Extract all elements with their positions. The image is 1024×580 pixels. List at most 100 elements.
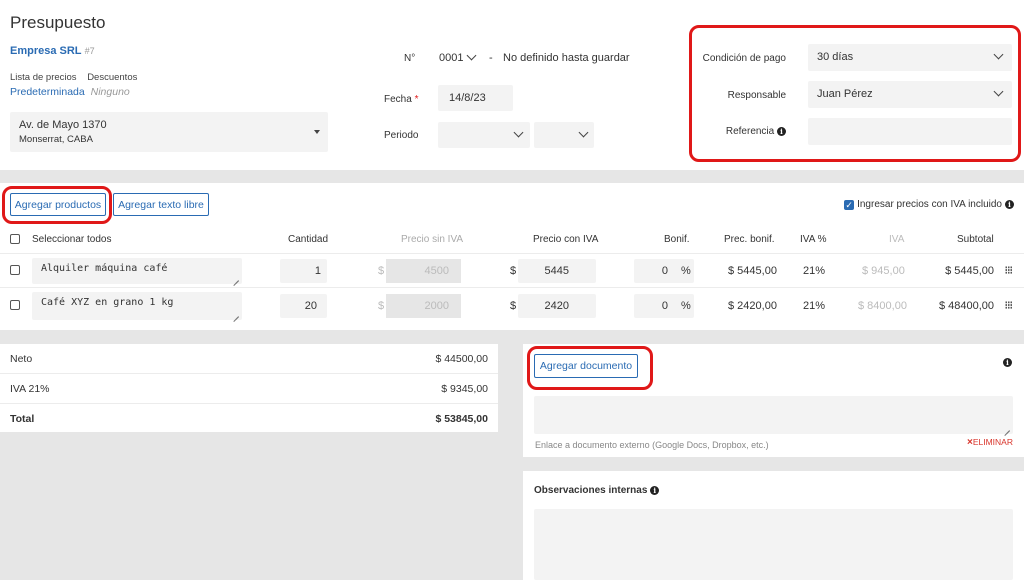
- chevron-down-icon: [578, 127, 589, 138]
- price-no-iva-value: 2000: [424, 300, 449, 312]
- col-quantity: Cantidad: [288, 234, 329, 245]
- period-end-select[interactable]: [534, 122, 594, 148]
- notes-label-text: Observaciones internas: [534, 485, 648, 496]
- delete-document-button[interactable]: ×ELIMINAR: [967, 437, 1013, 448]
- price-with-iva-value: 2420: [544, 300, 569, 312]
- chevron-down-icon: [466, 50, 477, 61]
- table-header: Seleccionar todos Cantidad Precio sin IV…: [0, 231, 1024, 249]
- highlight-box-conditions: [689, 25, 1021, 162]
- price-no-iva-input: 4500: [386, 259, 461, 283]
- currency-symbol: $: [510, 300, 517, 312]
- price-no-iva-value: 4500: [424, 265, 449, 277]
- price-list-link[interactable]: Predeterminada: [10, 86, 85, 98]
- client-name-link[interactable]: Empresa SRL: [10, 45, 82, 57]
- period-label: Periodo: [384, 130, 419, 141]
- highlight-box-add-document: [527, 346, 653, 390]
- header-panel: Presupuesto Empresa SRL #7 Lista de prec…: [0, 0, 1024, 170]
- subtotal-value: $ 5445,00: [945, 265, 994, 277]
- quantity-input[interactable]: 20: [280, 294, 327, 318]
- products-panel: Agregar productos Agregar texto libre ✓ …: [0, 183, 1024, 330]
- address-line1: Av. de Mayo 1370: [19, 119, 107, 131]
- address-select[interactable]: Av. de Mayo 1370 Monserrat, CABA: [10, 112, 328, 152]
- description-textarea[interactable]: Alquiler máquina café: [32, 258, 242, 284]
- number-select[interactable]: 0001: [432, 46, 484, 70]
- date-value: 14/8/23: [449, 92, 486, 104]
- col-iva-pct: IVA %: [800, 234, 827, 245]
- iva-value: $ 8400,00: [858, 300, 907, 312]
- iva-pct-value: 21%: [803, 300, 826, 312]
- description-text: Alquiler máquina café: [41, 263, 168, 274]
- disc-price-value: $ 2420,00: [728, 300, 777, 312]
- row-checkbox[interactable]: [10, 300, 20, 310]
- table-row: Alquiler máquina café 1 $ 4500 $ 5445 0 …: [0, 254, 1024, 287]
- discounts-value[interactable]: Ninguno: [91, 86, 130, 98]
- total-label: Total: [10, 413, 35, 425]
- address-line2: Monserrat, CABA: [19, 134, 93, 145]
- document-link-hint: Enlace a documento externo (Google Docs,…: [535, 440, 769, 450]
- checkbox-checked-icon[interactable]: ✓: [844, 199, 855, 210]
- required-asterisk: *: [414, 94, 419, 105]
- date-label: Fecha *: [384, 94, 418, 105]
- col-subtotal: Subtotal: [957, 234, 994, 245]
- info-icon[interactable]: i: [1003, 358, 1012, 367]
- disc-price-value: $ 5445,00: [728, 265, 777, 277]
- iva-included-toggle[interactable]: ✓ Ingresar precios con IVA incluido i: [844, 199, 1014, 210]
- description-textarea[interactable]: Café XYZ en grano 1 kg: [32, 292, 242, 320]
- subtotal-value: $ 48400,00: [938, 300, 994, 312]
- page-title: Presupuesto: [10, 13, 106, 32]
- drag-handle-icon[interactable]: [1005, 301, 1012, 309]
- discounts-label: Descuentos: [87, 72, 138, 83]
- col-price-with-iva: Precio con IVA: [533, 234, 599, 245]
- iva-included-label: Ingresar precios con IVA incluido: [857, 199, 1002, 210]
- quantity-input[interactable]: 1: [280, 259, 327, 283]
- period-start-select[interactable]: [438, 122, 530, 148]
- col-price-no-iva: Precio sin IVA: [401, 234, 464, 245]
- notes-textarea[interactable]: [534, 509, 1013, 580]
- number-dash: -: [489, 52, 493, 64]
- col-disc-price: Prec. bonif.: [724, 234, 775, 245]
- quantity-value: 20: [304, 300, 317, 312]
- iva-value: $ 945,00: [862, 265, 905, 277]
- drag-handle-icon[interactable]: [1005, 266, 1012, 274]
- select-all-checkbox[interactable]: [10, 234, 20, 244]
- percent-symbol: %: [681, 265, 691, 277]
- price-with-iva-input[interactable]: 5445: [518, 259, 596, 283]
- description-text: Café XYZ en grano 1 kg: [41, 297, 174, 308]
- resize-handle-icon[interactable]: [1003, 424, 1011, 432]
- add-free-text-button[interactable]: Agregar texto libre: [113, 193, 209, 216]
- currency-symbol: $: [378, 265, 385, 277]
- discount-value: 0: [661, 265, 668, 277]
- price-with-iva-input[interactable]: 2420: [518, 294, 596, 318]
- resize-handle-icon[interactable]: [232, 310, 240, 318]
- net-value: $ 44500,00: [435, 353, 488, 365]
- totals-panel: Neto $ 44500,00 IVA 21% $ 9345,00 Total …: [0, 344, 498, 432]
- highlight-box-add-products: [2, 186, 112, 224]
- documents-panel: Agregar documento i Enlace a documento e…: [523, 344, 1024, 457]
- iva-pct-value: 21%: [803, 265, 826, 277]
- col-discount: Bonif.: [664, 234, 690, 245]
- price-list-label: Lista de precios: [10, 72, 77, 83]
- col-select-all[interactable]: Seleccionar todos: [32, 234, 112, 245]
- col-iva: IVA: [889, 234, 905, 245]
- iva-total-value: $ 9345,00: [441, 383, 488, 395]
- resize-handle-icon[interactable]: [232, 274, 240, 282]
- number-value: 0001: [439, 52, 464, 64]
- info-icon[interactable]: i: [650, 485, 660, 495]
- date-input[interactable]: 14/8/23: [438, 85, 513, 111]
- quantity-value: 1: [314, 265, 321, 277]
- info-icon[interactable]: i: [1005, 200, 1014, 209]
- percent-symbol: %: [681, 300, 691, 312]
- caret-down-icon: [314, 130, 320, 134]
- currency-symbol: $: [510, 265, 517, 277]
- number-label: N°: [404, 53, 416, 64]
- currency-symbol: $: [378, 300, 385, 312]
- price-with-iva-value: 5445: [544, 265, 569, 277]
- delete-label: ELIMINAR: [972, 437, 1013, 447]
- client-block: Empresa SRL #7: [10, 45, 95, 57]
- document-link-textarea[interactable]: [534, 396, 1013, 434]
- chevron-down-icon: [513, 127, 524, 138]
- row-checkbox[interactable]: [10, 265, 20, 275]
- iva-total-label: IVA 21%: [10, 383, 50, 395]
- discount-value: 0: [661, 300, 668, 312]
- table-row: Café XYZ en grano 1 kg 20 $ 2000 $ 2420 …: [0, 288, 1024, 324]
